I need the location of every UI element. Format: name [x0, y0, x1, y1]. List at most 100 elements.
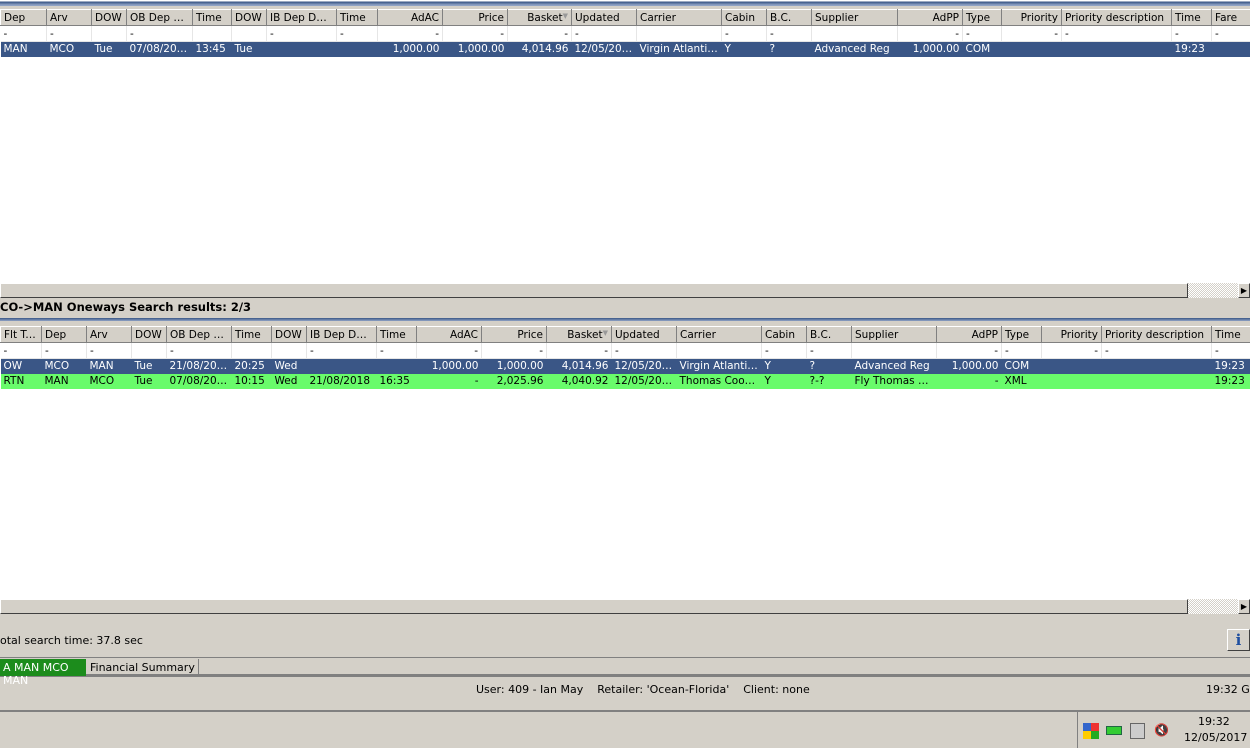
antivirus-icon[interactable]: [1083, 723, 1099, 739]
column-header[interactable]: Time: [376, 326, 417, 343]
filter-cell[interactable]: [811, 25, 898, 42]
top-horizontal-scrollbar[interactable]: ▶: [0, 282, 1250, 298]
column-header[interactable]: Carrier: [676, 326, 762, 343]
tab-search-man-mco-man[interactable]: A MAN MCO MAN: [0, 659, 86, 687]
filter-cell[interactable]: -: [721, 25, 767, 42]
filter-cell[interactable]: -: [1101, 342, 1212, 359]
column-header[interactable]: AdPP: [897, 9, 963, 26]
bottom-horizontal-scrollbar[interactable]: ▶: [0, 598, 1250, 614]
filter-cell[interactable]: [271, 342, 307, 359]
column-header[interactable]: AdAC: [377, 9, 443, 26]
column-header[interactable]: Cabin: [721, 9, 767, 26]
column-header[interactable]: Basket▼: [546, 326, 612, 343]
filter-cell[interactable]: -: [481, 342, 547, 359]
filter-cell[interactable]: -: [416, 342, 482, 359]
column-header[interactable]: Price: [442, 9, 508, 26]
column-header[interactable]: Priority description: [1101, 326, 1212, 343]
table-row[interactable]: RTN MAN MCO Tue 07/08/2018 10:15 Wed 21/08/2018…: [0, 373, 1250, 389]
table-row[interactable]: OW MCO MAN Tue 21/08/2018 20:25 Wed 1,000.00 1,0…: [0, 358, 1250, 374]
column-header[interactable]: Updated: [571, 9, 637, 26]
filter-row[interactable]: -----------------: [0, 25, 1250, 42]
filter-cell[interactable]: [851, 342, 937, 359]
filter-cell[interactable]: -: [806, 342, 852, 359]
filter-cell[interactable]: -: [336, 25, 378, 42]
column-header[interactable]: Time: [231, 326, 272, 343]
column-header[interactable]: Fare: [1211, 9, 1250, 26]
filter-cell[interactable]: -: [41, 342, 87, 359]
filter-cell[interactable]: -: [1061, 25, 1172, 42]
column-header[interactable]: B.C.: [766, 9, 812, 26]
filter-cell[interactable]: [636, 25, 722, 42]
scroll-right-arrow-icon[interactable]: ▶: [1238, 283, 1250, 298]
filter-cell[interactable]: -: [611, 342, 677, 359]
filter-cell[interactable]: -: [0, 342, 42, 359]
column-header[interactable]: IB Dep Date: [306, 326, 377, 343]
filter-cell[interactable]: -: [46, 25, 92, 42]
filter-cell[interactable]: -: [1211, 342, 1250, 359]
network-connection-icon[interactable]: [1130, 723, 1145, 739]
table-row[interactable]: MAN MCO Tue 07/08/2018 13:45 Tue 1,000.00 1,000…: [0, 41, 1250, 57]
column-header[interactable]: DOW: [231, 9, 267, 26]
column-header[interactable]: Updated: [611, 326, 677, 343]
filter-cell[interactable]: [131, 342, 167, 359]
filter-cell[interactable]: -: [1001, 25, 1062, 42]
column-header[interactable]: Time: [192, 9, 232, 26]
filter-cell[interactable]: -: [0, 25, 47, 42]
column-header[interactable]: AdAC: [416, 326, 482, 343]
column-header[interactable]: Price: [481, 326, 547, 343]
tray-clock-date[interactable]: 12/05/2017: [1184, 731, 1247, 744]
info-button[interactable]: i: [1227, 629, 1250, 651]
column-header[interactable]: Flt Type: [0, 326, 42, 343]
filter-cell[interactable]: -: [306, 342, 377, 359]
column-header[interactable]: OB Dep D...: [166, 326, 232, 343]
column-header[interactable]: Arv: [46, 9, 92, 26]
column-header[interactable]: Priority: [1041, 326, 1102, 343]
column-header[interactable]: Basket▼: [507, 9, 572, 26]
scrollbar-thumb[interactable]: [0, 283, 1188, 298]
scrollbar-thumb[interactable]: [0, 599, 1188, 614]
filter-cell[interactable]: -: [897, 25, 963, 42]
column-header[interactable]: Supplier: [811, 9, 898, 26]
column-header[interactable]: Time: [1171, 9, 1212, 26]
filter-cell[interactable]: [676, 342, 762, 359]
tray-clock-time[interactable]: 19:32: [1198, 715, 1230, 728]
column-header[interactable]: Priority description: [1061, 9, 1172, 26]
filter-cell[interactable]: -: [507, 25, 572, 42]
filter-cell[interactable]: [231, 25, 267, 42]
column-header[interactable]: DOW: [271, 326, 307, 343]
tab-financial-summary[interactable]: Financial Summary: [87, 659, 199, 676]
filter-cell[interactable]: -: [442, 25, 508, 42]
filter-cell[interactable]: -: [166, 342, 232, 359]
filter-cell[interactable]: [192, 25, 232, 42]
header-row[interactable]: Dep Arv DOW OB Dep D... Time DOW IB Dep Date Ti…: [0, 9, 1250, 26]
filter-cell[interactable]: -: [1001, 342, 1042, 359]
bottom-results-grid[interactable]: Flt Type Dep Arv DOW OB Dep D... Time DOW IB De…: [0, 326, 1250, 598]
volume-muted-icon[interactable]: 🔇: [1154, 723, 1170, 739]
filter-cell[interactable]: -: [126, 25, 193, 42]
column-header[interactable]: Supplier: [851, 326, 937, 343]
column-header[interactable]: Type: [962, 9, 1002, 26]
column-header[interactable]: IB Dep Date: [266, 9, 337, 26]
filter-cell[interactable]: -: [1171, 25, 1212, 42]
filter-cell[interactable]: -: [376, 342, 417, 359]
filter-row[interactable]: -----------------: [0, 342, 1250, 359]
column-header[interactable]: Type: [1001, 326, 1042, 343]
column-header[interactable]: Dep: [41, 326, 87, 343]
filter-cell[interactable]: [231, 342, 272, 359]
column-header[interactable]: Priority: [1001, 9, 1062, 26]
column-header[interactable]: Time: [1211, 326, 1250, 343]
column-header[interactable]: Cabin: [761, 326, 807, 343]
filter-cell[interactable]: -: [1211, 25, 1250, 42]
filter-cell[interactable]: -: [761, 342, 807, 359]
header-row[interactable]: Flt Type Dep Arv DOW OB Dep D... Time DOW IB De…: [0, 326, 1250, 343]
column-header[interactable]: B.C.: [806, 326, 852, 343]
scrollbar-track[interactable]: [1188, 283, 1238, 298]
network-card-icon[interactable]: [1106, 726, 1122, 735]
top-results-grid[interactable]: Dep Arv DOW OB Dep D... Time DOW IB Dep Date Ti…: [0, 9, 1250, 282]
filter-cell[interactable]: -: [962, 25, 1002, 42]
filter-cell[interactable]: -: [546, 342, 612, 359]
filter-cell[interactable]: -: [266, 25, 337, 42]
filter-cell[interactable]: [91, 25, 127, 42]
column-header[interactable]: OB Dep D...: [126, 9, 193, 26]
filter-cell[interactable]: -: [86, 342, 132, 359]
